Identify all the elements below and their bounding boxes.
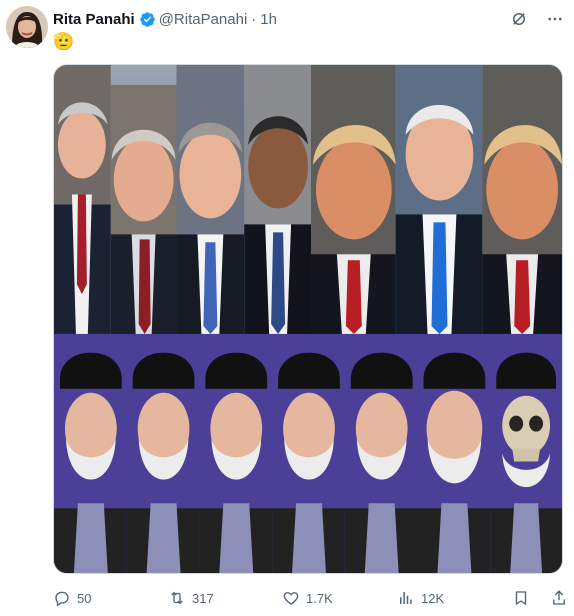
separator-dot: · xyxy=(251,10,257,28)
portrait-6 xyxy=(395,65,483,334)
repost-button[interactable]: 317 xyxy=(168,589,282,607)
like-count: 1.7K xyxy=(306,590,333,606)
reply-count: 50 xyxy=(77,590,92,606)
portrait-7 xyxy=(482,65,562,334)
post-timestamp[interactable]: 1h xyxy=(260,11,277,28)
views-count: 12K xyxy=(421,590,445,606)
post-text: 🫡 xyxy=(53,32,75,51)
share-icon xyxy=(553,590,565,605)
portrait-5 xyxy=(310,65,396,334)
bottom-row xyxy=(54,333,562,573)
portrait-4 xyxy=(244,65,311,334)
repost-count: 317 xyxy=(192,590,214,606)
skull-portrait xyxy=(490,333,562,573)
like-icon xyxy=(283,592,299,605)
repost-icon xyxy=(171,591,183,605)
grok-icon[interactable] xyxy=(510,10,528,28)
reply-icon xyxy=(55,591,69,607)
bookmark-icon xyxy=(515,591,527,606)
reply-button[interactable]: 50 xyxy=(53,589,168,607)
share-button[interactable] xyxy=(550,589,568,607)
author-avatar[interactable] xyxy=(6,6,48,48)
bookmark-button[interactable] xyxy=(512,589,530,607)
portrait-3 xyxy=(176,65,245,334)
views-button[interactable]: 12K xyxy=(397,589,512,607)
post-image[interactable] xyxy=(53,64,563,574)
portrait-2 xyxy=(110,84,177,334)
author-name[interactable]: Rita Panahi xyxy=(53,11,135,28)
action-bar: 50 317 1.7K 12K xyxy=(53,586,568,610)
post-header: Rita Panahi @RitaPanahi · 1h xyxy=(53,8,564,30)
author-handle[interactable]: @RitaPanahi xyxy=(159,11,248,28)
more-icon[interactable] xyxy=(546,10,564,28)
portrait-1 xyxy=(54,65,111,334)
like-button[interactable]: 1.7K xyxy=(282,589,397,607)
views-icon xyxy=(400,592,412,604)
verified-badge-icon xyxy=(139,11,156,28)
